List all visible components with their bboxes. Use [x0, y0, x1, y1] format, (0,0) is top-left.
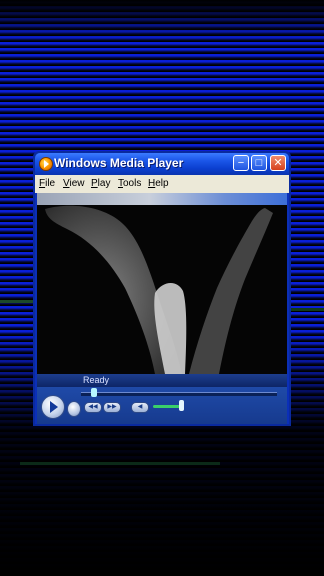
maximize-button[interactable]: □ [251, 155, 267, 171]
menu-view-label: iew [69, 178, 85, 189]
next-button[interactable]: ▶▶ [103, 402, 121, 413]
minimize-button[interactable]: − [233, 155, 249, 171]
menu-bar: File View Play Tools Help [35, 175, 289, 193]
menu-help-label: elp [155, 178, 169, 189]
media-player-logo-icon [39, 157, 53, 171]
status-bar: Ready [37, 374, 287, 387]
menu-play[interactable]: Play [91, 178, 110, 189]
glitch-line [20, 462, 220, 465]
close-button[interactable]: ✕ [270, 155, 286, 171]
video-area[interactable] [37, 193, 287, 374]
play-button[interactable] [41, 395, 65, 419]
title-bar[interactable]: Windows Media Player − □ ✕ [35, 153, 289, 175]
stop-button[interactable] [67, 401, 81, 417]
seek-thumb[interactable] [91, 388, 97, 397]
menu-file[interactable]: File [39, 178, 55, 189]
video-frame [37, 205, 287, 374]
next-icon: ▶▶ [107, 404, 117, 410]
volume-thumb[interactable] [179, 400, 184, 411]
transport-controls: ◀◀ ▶▶ ◀ [37, 387, 287, 424]
mute-button[interactable]: ◀ [131, 402, 149, 413]
previous-button[interactable]: ◀◀ [84, 402, 102, 413]
menu-file-label: ile [45, 178, 56, 189]
menu-tools[interactable]: Tools [118, 178, 141, 189]
seek-bar[interactable] [81, 392, 277, 396]
media-player-window: Windows Media Player − □ ✕ File View Pla… [33, 151, 291, 426]
menu-play-label: lay [97, 178, 111, 189]
menu-help[interactable]: Help [148, 178, 169, 189]
mute-icon: ◀ [137, 404, 143, 410]
menu-tools-label: ools [123, 178, 142, 189]
video-toolbar-strip [37, 193, 287, 205]
menu-view[interactable]: View [63, 178, 85, 189]
previous-icon: ◀◀ [88, 404, 98, 410]
window-title: Windows Media Player [54, 156, 184, 170]
status-text: Ready [83, 375, 110, 385]
menu-play-mnemonic: P [91, 178, 98, 189]
